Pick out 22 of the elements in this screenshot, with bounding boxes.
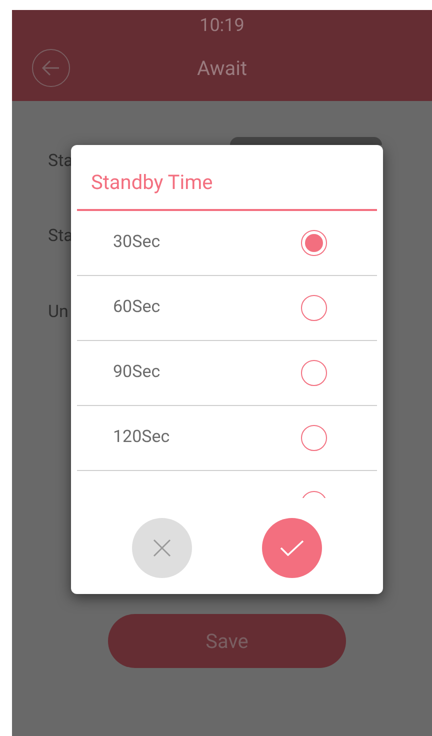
option-label: 120Sec: [113, 426, 170, 450]
dialog-title: Standby Time: [90, 169, 214, 196]
setting-label: Un: [48, 301, 68, 324]
close-icon: [153, 539, 171, 557]
dropdown-field[interactable]: [230, 137, 382, 145]
page-title: Await: [196, 55, 248, 82]
radio-button[interactable]: [301, 425, 327, 451]
radio-button[interactable]: [301, 295, 327, 321]
option-row[interactable]: 120Sec: [77, 406, 377, 471]
option-row[interactable]: 30Sec: [77, 211, 377, 276]
option-label: 60Sec: [113, 296, 160, 320]
setting-label: Sta: [48, 225, 73, 248]
setting-label: Sta: [48, 150, 73, 173]
option-row[interactable]: 90Sec: [77, 341, 377, 406]
back-button[interactable]: [32, 49, 70, 87]
option-label: 30Sec: [113, 231, 160, 254]
option-row[interactable]: 60Sec: [77, 276, 377, 341]
radio-button[interactable]: [301, 360, 327, 386]
status-time: 10:19: [200, 14, 244, 38]
option-label: 90Sec: [113, 361, 160, 384]
check-icon: [280, 540, 304, 556]
radio-button[interactable]: [301, 230, 327, 256]
